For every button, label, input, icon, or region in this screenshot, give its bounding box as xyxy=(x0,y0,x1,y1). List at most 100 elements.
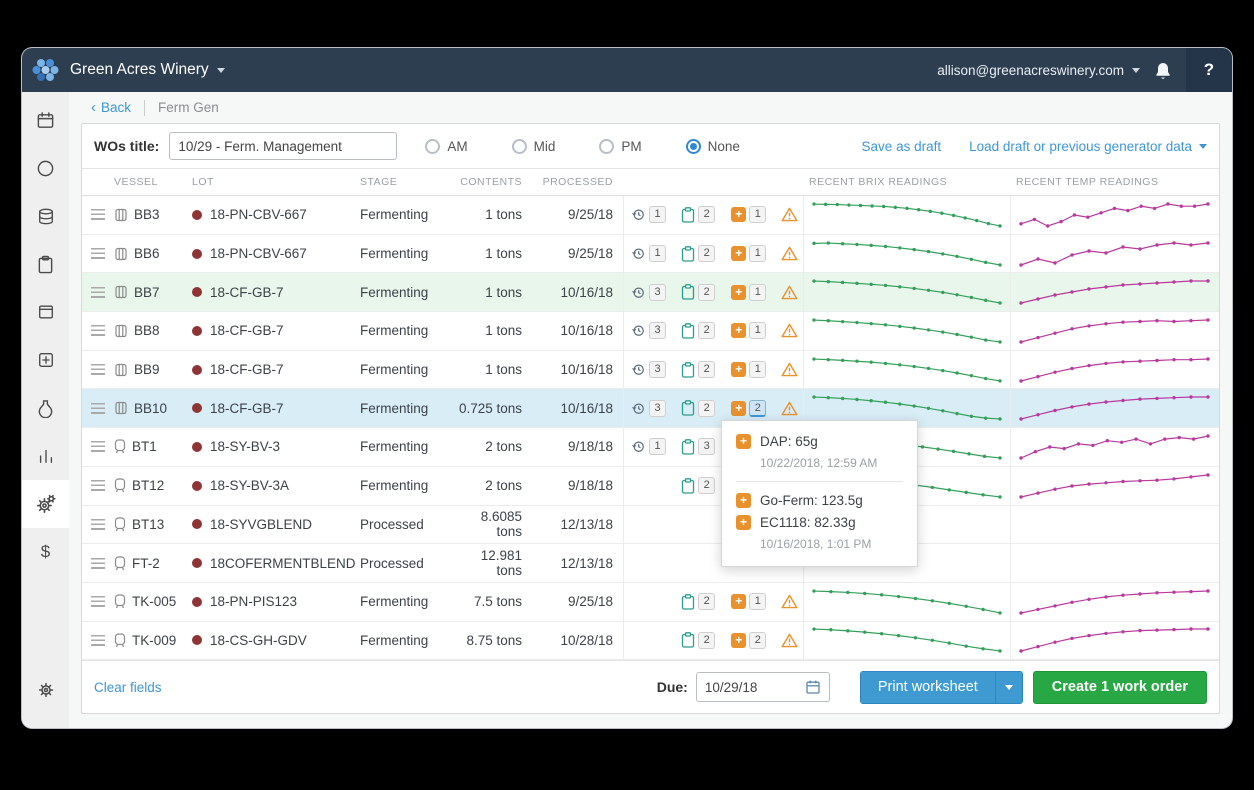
drag-handle[interactable] xyxy=(82,235,114,273)
table-row[interactable]: BB8 18-CF-GB-7 Fermenting 1 tons 10/16/1… xyxy=(82,312,1219,351)
winery-chevron-down-icon[interactable] xyxy=(216,67,225,73)
drag-handle[interactable] xyxy=(82,273,114,311)
additions-plus-icon[interactable]: + xyxy=(731,246,747,262)
help-button[interactable]: ? xyxy=(1186,48,1232,92)
history-icon[interactable] xyxy=(631,285,646,300)
history-icon[interactable] xyxy=(631,401,646,416)
warning-triangle-icon[interactable] xyxy=(781,362,798,377)
history-count-badge[interactable]: 3 xyxy=(649,322,666,340)
back-link[interactable]: ‹ Back xyxy=(91,99,131,116)
notes-clipboard-icon[interactable] xyxy=(681,593,695,610)
additions-plus-icon[interactable]: + xyxy=(731,323,747,339)
notes-count-badge[interactable]: 2 xyxy=(698,245,716,263)
table-row[interactable]: BT13 18-SYVGBLEND Processed 8.6085 tons … xyxy=(82,505,1219,545)
history-count-badge[interactable]: 1 xyxy=(649,245,666,263)
drag-handle[interactable] xyxy=(82,389,114,427)
table-row[interactable]: FT-2 18COFERMENTBLEND Processed 12.981 t… xyxy=(82,544,1219,583)
sidebar-item-gears[interactable] xyxy=(22,480,69,528)
additions-plus-icon[interactable]: + xyxy=(731,594,747,610)
sidebar-item-add[interactable] xyxy=(22,336,69,384)
create-work-order-button[interactable]: Create 1 work order xyxy=(1032,670,1207,704)
shift-radio-pm[interactable]: PM xyxy=(599,138,642,154)
additions-count-badge[interactable]: 1 xyxy=(749,322,767,340)
sidebar-item-chart[interactable] xyxy=(22,432,69,480)
shift-radio-am[interactable]: AM xyxy=(425,138,468,154)
history-icon[interactable] xyxy=(631,207,646,222)
load-draft-link[interactable]: Load draft or previous generator data xyxy=(969,139,1207,154)
drag-handle[interactable] xyxy=(82,196,114,234)
history-icon[interactable] xyxy=(631,323,646,338)
notes-count-badge[interactable]: 2 xyxy=(698,631,716,649)
sidebar-item-circle[interactable] xyxy=(22,144,69,192)
history-count-badge[interactable]: 1 xyxy=(649,206,666,224)
table-row[interactable]: BT12 18-SY-BV-3A Fermenting 2 tons 9/18/… xyxy=(82,466,1219,506)
additions-count-badge[interactable]: 1 xyxy=(749,245,767,263)
table-row[interactable]: BT1 18-SY-BV-3 Fermenting 2 tons 9/18/18… xyxy=(82,428,1219,467)
notes-count-badge[interactable]: 2 xyxy=(698,206,716,224)
warning-triangle-icon[interactable] xyxy=(781,246,798,261)
warning-triangle-icon[interactable] xyxy=(781,207,798,222)
sidebar-item-tanks[interactable] xyxy=(22,192,69,240)
drag-handle[interactable] xyxy=(82,622,114,660)
additions-count-badge[interactable]: 1 xyxy=(749,283,767,301)
sidebar-item-clipboard[interactable] xyxy=(22,240,69,288)
notes-count-badge[interactable]: 2 xyxy=(698,322,716,340)
user-email[interactable]: allison@greenacreswinery.com xyxy=(937,63,1124,78)
history-icon[interactable] xyxy=(631,246,646,261)
table-row[interactable]: BB10 18-CF-GB-7 Fermenting 0.725 tons 10… xyxy=(82,389,1219,429)
notes-clipboard-icon[interactable] xyxy=(681,361,695,378)
notes-clipboard-icon[interactable] xyxy=(681,477,695,494)
user-chevron-down-icon[interactable] xyxy=(1132,67,1140,73)
notes-count-badge[interactable]: 2 xyxy=(698,477,716,495)
additions-plus-icon[interactable]: + xyxy=(731,207,747,223)
history-icon[interactable] xyxy=(631,439,646,454)
calendar-icon[interactable] xyxy=(805,679,821,695)
drag-handle[interactable] xyxy=(82,428,114,466)
drag-handle[interactable] xyxy=(82,506,114,544)
table-row[interactable]: BB6 18-PN-CBV-667 Fermenting 1 tons 9/25… xyxy=(82,234,1219,274)
warning-triangle-icon[interactable] xyxy=(781,401,798,416)
drag-handle[interactable] xyxy=(82,312,114,350)
history-count-badge[interactable]: 3 xyxy=(649,361,666,379)
additions-count-badge[interactable]: 1 xyxy=(749,206,767,224)
notifications-button[interactable] xyxy=(1140,48,1186,92)
warning-triangle-icon[interactable] xyxy=(781,633,798,648)
notes-clipboard-icon[interactable] xyxy=(681,323,695,339)
warning-triangle-icon[interactable] xyxy=(781,285,798,300)
history-count-badge[interactable]: 3 xyxy=(649,399,666,417)
drag-handle[interactable] xyxy=(82,544,114,582)
print-options-dropdown[interactable] xyxy=(994,671,1022,703)
winery-name[interactable]: Green Acres Winery xyxy=(70,61,209,79)
additions-plus-icon[interactable]: + xyxy=(731,632,747,648)
notes-clipboard-icon[interactable] xyxy=(681,439,695,455)
notes-count-badge[interactable]: 3 xyxy=(698,438,716,456)
drag-handle[interactable] xyxy=(82,351,114,389)
sidebar-item-carboy[interactable] xyxy=(22,384,69,432)
additions-plus-icon[interactable]: + xyxy=(731,284,747,300)
table-row[interactable]: TK-009 18-CS-GH-GDV Fermenting 8.75 tons… xyxy=(82,621,1219,661)
notes-clipboard-icon[interactable] xyxy=(681,400,695,416)
notes-clipboard-icon[interactable] xyxy=(681,632,695,649)
shift-radio-none[interactable]: None xyxy=(685,138,740,154)
additions-plus-icon[interactable]: + xyxy=(731,362,747,378)
clear-fields-link[interactable]: Clear fields xyxy=(94,680,162,695)
notes-count-badge[interactable]: 2 xyxy=(698,361,716,379)
table-row[interactable]: BB9 18-CF-GB-7 Fermenting 1 tons 10/16/1… xyxy=(82,350,1219,390)
notes-count-badge[interactable]: 2 xyxy=(698,283,716,301)
additions-count-badge[interactable]: 2 xyxy=(749,399,767,417)
due-date-input[interactable]: 10/29/18 xyxy=(695,672,830,703)
sidebar-item-dollar[interactable]: $ xyxy=(22,528,69,576)
sidebar-item-settings[interactable] xyxy=(22,666,69,714)
history-icon[interactable] xyxy=(631,362,646,377)
history-count-badge[interactable]: 3 xyxy=(649,283,666,301)
warning-triangle-icon[interactable] xyxy=(781,323,798,338)
table-row[interactable]: BB3 18-PN-CBV-667 Fermenting 1 tons 9/25… xyxy=(82,196,1219,235)
notes-clipboard-icon[interactable] xyxy=(681,206,695,223)
table-row[interactable]: BB7 18-CF-GB-7 Fermenting 1 tons 10/16/1… xyxy=(82,273,1219,313)
notes-count-badge[interactable]: 2 xyxy=(698,593,716,611)
drag-handle[interactable] xyxy=(82,583,114,621)
additions-plus-icon[interactable]: + xyxy=(731,400,747,416)
additions-count-badge[interactable]: 1 xyxy=(749,361,767,379)
history-count-badge[interactable]: 1 xyxy=(649,438,666,456)
drag-handle[interactable] xyxy=(82,467,114,505)
